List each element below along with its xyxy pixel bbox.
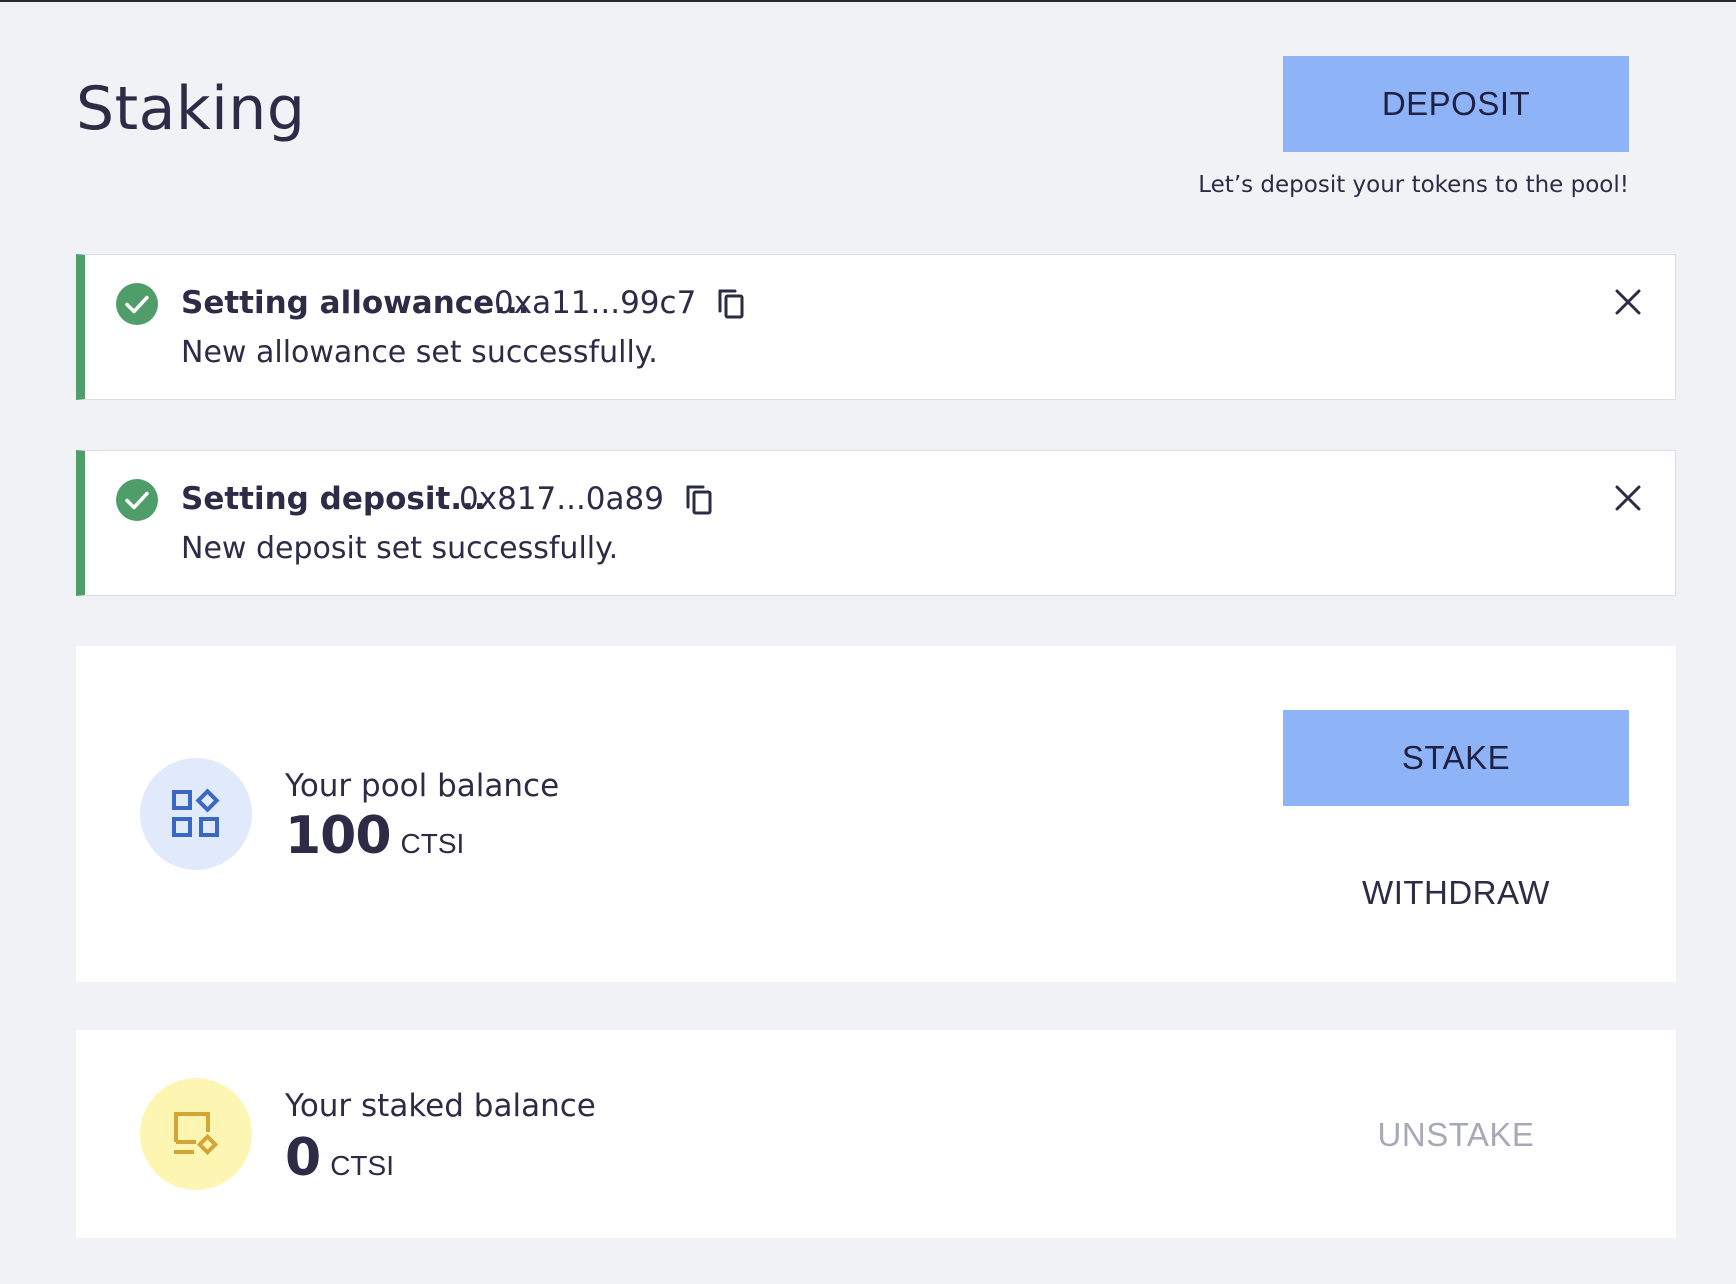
success-check-icon (116, 479, 158, 521)
staked-device-icon (174, 1112, 219, 1156)
toast-title: Setting allowance... (181, 285, 530, 321)
pool-balance-label: Your pool balance (285, 768, 560, 804)
tx-hash: 0x817...0a89 (459, 481, 664, 517)
staked-balance-value: 0 CTSI (285, 1128, 394, 1188)
page-title: Staking (76, 74, 306, 144)
toast-notification: Setting allowance... 0xa11...99c7 New al… (76, 254, 1676, 400)
staked-balance-label: Your staked balance (285, 1088, 596, 1124)
toast-title: Setting deposit... (181, 481, 486, 517)
toast-message: New deposit set successfully. (181, 531, 619, 566)
pool-grid-icon (172, 788, 220, 837)
close-icon[interactable] (1613, 287, 1643, 317)
staked-balance-card: Your staked balance 0 CTSI UNSTAKE (76, 1030, 1676, 1238)
pool-balance-unit: CTSI (400, 828, 465, 859)
deposit-hint: Let’s deposit your tokens to the pool! (1198, 172, 1629, 198)
pool-balance-amount: 100 (285, 806, 392, 866)
pool-balance-card: Your pool balance 100 CTSI STAKE WITHDRA… (76, 646, 1676, 982)
deposit-button[interactable]: DEPOSIT (1283, 56, 1629, 152)
copy-icon[interactable] (716, 287, 746, 319)
pool-badge (140, 758, 252, 870)
unstake-button[interactable]: UNSTAKE (1283, 1110, 1629, 1160)
pool-balance-value: 100 CTSI (285, 806, 464, 866)
toast-notification: Setting deposit... 0x817...0a89 New depo… (76, 450, 1676, 596)
staked-badge (140, 1078, 252, 1190)
withdraw-button[interactable]: WITHDRAW (1283, 868, 1629, 918)
close-icon[interactable] (1613, 483, 1643, 513)
stake-button[interactable]: STAKE (1283, 710, 1629, 806)
staked-balance-unit: CTSI (330, 1150, 394, 1181)
toast-message: New allowance set successfully. (181, 335, 658, 370)
success-check-icon (116, 283, 158, 325)
tx-hash: 0xa11...99c7 (494, 285, 697, 321)
staked-balance-amount: 0 (285, 1128, 321, 1188)
tx-hash-group: 0xa11...99c7 (494, 285, 746, 321)
tx-hash-group: 0x817...0a89 (459, 481, 714, 517)
copy-icon[interactable] (684, 483, 714, 515)
